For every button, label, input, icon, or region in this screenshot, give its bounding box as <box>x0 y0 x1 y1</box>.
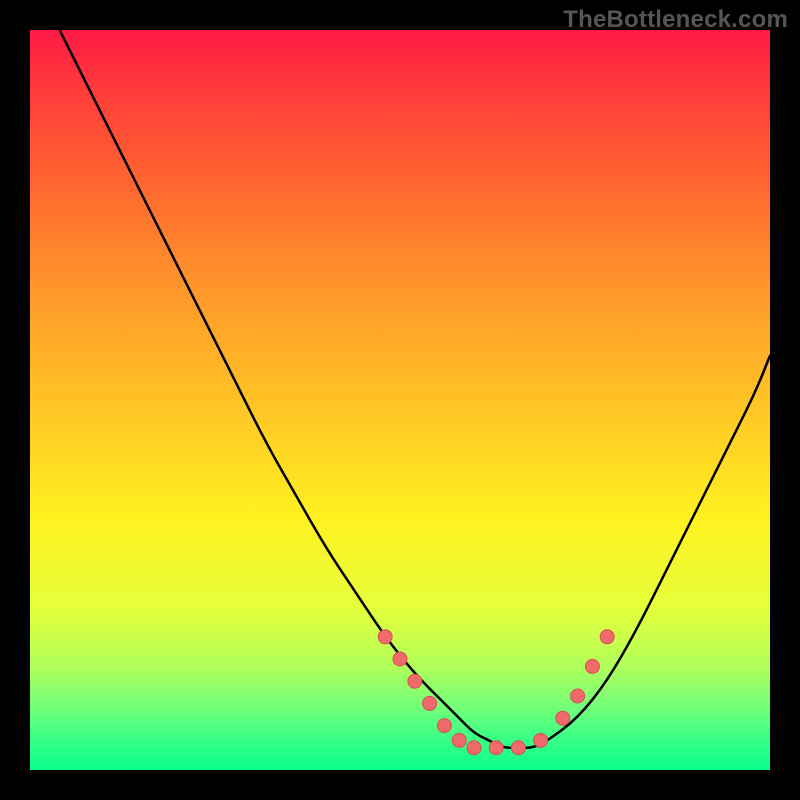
chart-marker <box>378 630 392 644</box>
chart-plot-area <box>30 30 770 770</box>
chart-marker <box>408 674 422 688</box>
chart-markers <box>378 630 614 755</box>
chart-marker <box>423 696 437 710</box>
chart-marker <box>556 711 570 725</box>
chart-marker <box>393 652 407 666</box>
chart-marker <box>437 719 451 733</box>
chart-marker <box>571 689 585 703</box>
chart-marker <box>467 741 481 755</box>
chart-frame: TheBottleneck.com <box>0 0 800 800</box>
chart-marker <box>585 659 599 673</box>
chart-marker <box>600 630 614 644</box>
chart-marker <box>534 733 548 747</box>
chart-marker <box>511 741 525 755</box>
chart-curve <box>60 30 770 748</box>
watermark-text: TheBottleneck.com <box>563 6 788 34</box>
chart-svg <box>30 30 770 770</box>
chart-marker <box>489 741 503 755</box>
chart-marker <box>452 733 466 747</box>
